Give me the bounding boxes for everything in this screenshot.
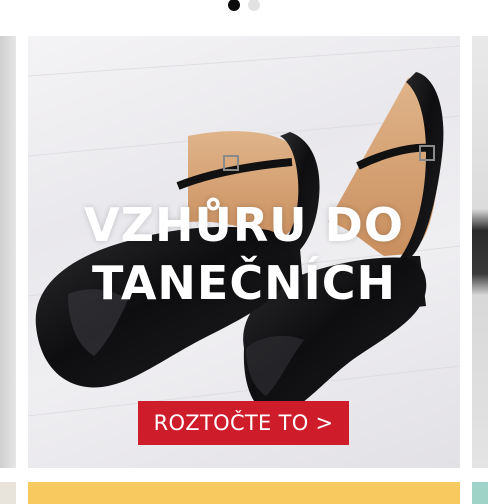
spin-it-cta-button[interactable]: ROZTOČTE TO >	[138, 401, 349, 445]
banner-headline: VZHŮRU DO TANEČNÍCH	[28, 196, 460, 312]
carousel-dot-2[interactable]	[248, 0, 260, 11]
next-promo-banner-top[interactable]	[28, 482, 460, 504]
next-slide-peek-lower	[472, 482, 488, 504]
promo-banner[interactable]: VZHŮRU DO TANEČNÍCH ROZTOČTE TO >	[28, 36, 460, 468]
previous-slide-peek-lower	[0, 482, 16, 504]
previous-slide-peek[interactable]	[0, 36, 16, 468]
carousel-pagination	[0, 0, 488, 12]
next-slide-peek[interactable]	[472, 36, 488, 468]
homepage-carousel-section: VZHŮRU DO TANEČNÍCH ROZTOČTE TO >	[0, 0, 488, 504]
carousel-dot-1[interactable]	[228, 0, 240, 11]
banner-headline-line-2: TANEČNÍCH	[92, 256, 396, 310]
banner-headline-line-1: VZHŮRU DO	[84, 198, 404, 252]
